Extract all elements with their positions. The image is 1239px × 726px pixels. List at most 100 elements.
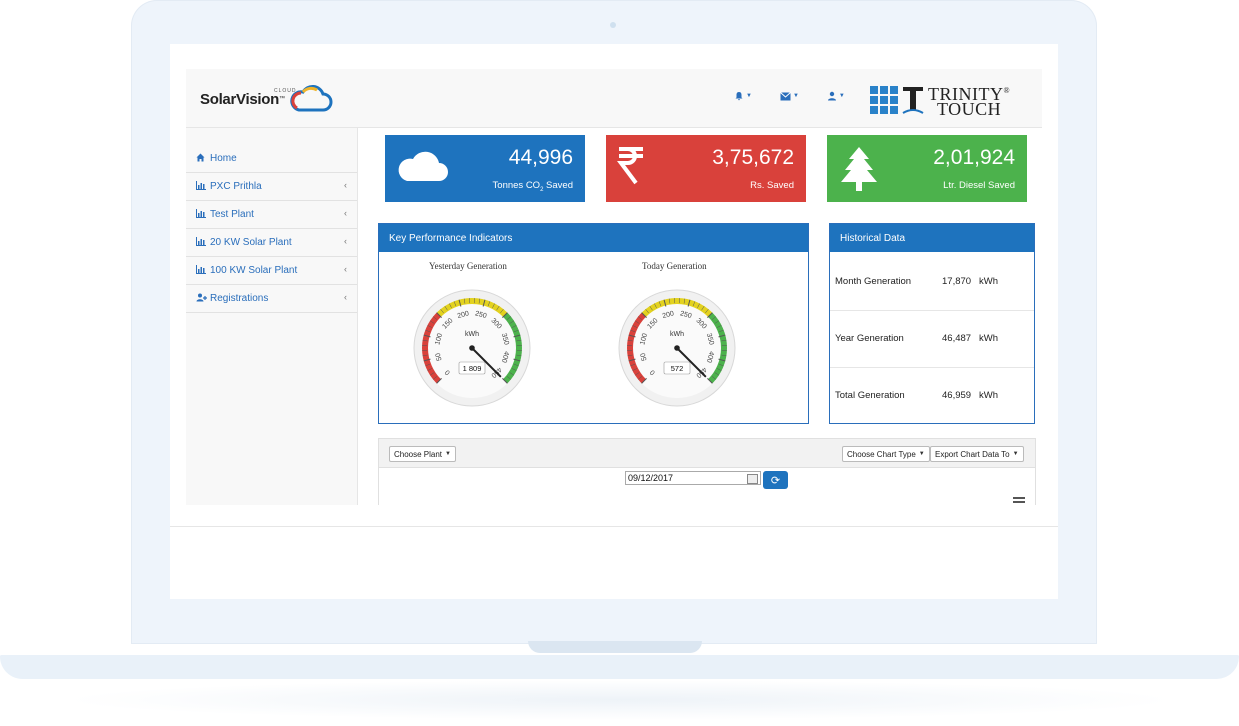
history-unit: kWh <box>979 333 998 344</box>
history-unit: kWh <box>979 276 998 287</box>
logo-text: SolarVision <box>200 90 279 108</box>
gauge-pivot <box>469 345 475 351</box>
brand-text: TRINITY® TOUCH <box>928 83 1011 119</box>
chart-menu-icon[interactable] <box>1013 497 1025 503</box>
chart-toolbar: Choose Plant ▼ Choose Chart Type ▼ Expor… <box>379 439 1035 468</box>
brand-registered: ® <box>1003 86 1011 95</box>
historical-panel: Historical Data Month Generation 17,870 … <box>829 223 1035 424</box>
solarvision-logo[interactable]: SolarVision ™ <box>200 85 333 112</box>
sidebar: Home PXC Prithla ‹ Test Plant ‹ 20 KW So… <box>186 128 358 505</box>
choose-chart-type-button[interactable]: Choose Chart Type ▼ <box>842 446 930 462</box>
stat-caption: Tonnes CO2 Saved <box>492 180 573 193</box>
rupee-icon <box>617 147 643 185</box>
history-row-total: Total Generation 46,959 kWh <box>830 367 1034 424</box>
gauge-unit: kWh <box>465 331 479 338</box>
bell-icon <box>735 92 743 101</box>
dashboard-app: SolarVision ™ CLOUD ▼ ▼ ▼ TRINITY® TOUCH… <box>186 69 1042 505</box>
stat-card-co2: 44,996 Tonnes CO2 Saved <box>385 135 585 202</box>
stat-value: 2,01,924 <box>933 146 1015 169</box>
chevron-left-icon: ‹ <box>344 264 347 274</box>
logo-subtitle: CLOUD <box>274 88 297 94</box>
laptop-camera <box>610 22 616 28</box>
user-plus-icon <box>196 293 208 304</box>
sidebar-item-100kw-solar-plant[interactable]: 100 KW Solar Plant ‹ <box>186 256 357 285</box>
sidebar-item-label: Test Plant <box>210 208 254 220</box>
sidebar-item-label: Home <box>210 152 237 164</box>
sidebar-item-test-plant[interactable]: Test Plant ‹ <box>186 200 357 229</box>
gauge-value: 1 809 <box>463 364 482 373</box>
stat-caption: Rs. Saved <box>750 180 794 191</box>
gauge-today-generation: 050100150200250300350400450kWh572 <box>618 289 736 407</box>
bar-chart-icon <box>196 180 208 192</box>
history-label: Total Generation <box>835 390 905 401</box>
sidebar-item-home[interactable]: Home <box>186 144 357 173</box>
gauge-unit: kWh <box>670 331 684 338</box>
user-icon <box>827 91 836 101</box>
sidebar-item-label: PXC Prithla <box>210 180 262 192</box>
sidebar-item-label: 100 KW Solar Plant <box>210 264 298 276</box>
caret-down-icon: ▼ <box>838 93 845 99</box>
sidebar-item-label: 20 KW Solar Plant <box>210 236 292 248</box>
gauge-pivot <box>674 345 680 351</box>
envelope-icon <box>780 91 791 100</box>
bar-chart-icon <box>196 208 208 220</box>
cloud-icon <box>398 151 448 181</box>
caret-down-icon: ▼ <box>792 93 799 99</box>
trinity-touch-logo: TRINITY® TOUCH <box>870 83 1011 119</box>
brand-grid-icon <box>870 86 898 114</box>
gauge-value: 572 <box>671 364 684 373</box>
chevron-left-icon: ‹ <box>344 236 347 246</box>
sidebar-item-registrations[interactable]: Registrations ‹ <box>186 284 357 313</box>
sidebar-item-label: Registrations <box>210 292 269 304</box>
export-chart-data-button[interactable]: Export Chart Data To ▼ <box>930 446 1024 462</box>
sidebar-item-20kw-solar-plant[interactable]: 20 KW Solar Plant ‹ <box>186 228 357 257</box>
messages-dropdown[interactable]: ▼ <box>780 91 799 101</box>
caret-down-icon: ▼ <box>746 93 752 99</box>
history-label: Month Generation <box>835 276 912 287</box>
sidebar-item-pxc-prithla[interactable]: PXC Prithla ‹ <box>186 172 357 201</box>
stat-caption: Ltr. Diesel Saved <box>943 180 1015 191</box>
bar-chart-icon <box>196 264 208 276</box>
date-value: 09/12/2017 <box>628 473 674 483</box>
history-row-month: Month Generation 17,870 kWh <box>830 253 1034 311</box>
calendar-icon[interactable] <box>747 474 758 484</box>
user-dropdown[interactable]: ▼ <box>827 91 845 101</box>
gauge-title-today: Today Generation <box>642 261 707 271</box>
historical-panel-title: Historical Data <box>830 224 1034 252</box>
refresh-icon: ⟳ <box>770 474 781 487</box>
caret-down-icon: ▼ <box>445 451 451 457</box>
brand-t-icon <box>902 87 924 114</box>
choose-plant-button[interactable]: Choose Plant ▼ <box>389 446 456 462</box>
chart-controls-panel: Choose Plant ▼ Choose Chart Type ▼ Expor… <box>378 438 1036 505</box>
history-value: 17,870 <box>942 276 972 287</box>
stat-card-rupees: 3,75,672 Rs. Saved <box>606 135 806 202</box>
chevron-left-icon: ‹ <box>344 180 347 190</box>
brand-line2: TOUCH <box>936 99 1002 119</box>
gauge-title-yesterday: Yesterday Generation <box>429 261 507 271</box>
chevron-left-icon: ‹ <box>344 292 347 302</box>
date-input[interactable]: 09/12/2017 <box>625 471 761 485</box>
stat-value: 44,996 <box>508 146 573 169</box>
screen-divider <box>170 526 1058 527</box>
top-navbar: SolarVision ™ CLOUD ▼ ▼ ▼ TRINITY® TOUCH <box>186 69 1042 128</box>
caret-down-icon: ▼ <box>1012 451 1019 457</box>
bar-chart-icon <box>196 236 208 248</box>
stat-card-diesel: 2,01,924 Ltr. Diesel Saved <box>827 135 1027 202</box>
history-unit: kWh <box>979 390 998 401</box>
history-value: 46,959 <box>942 390 972 401</box>
caret-down-icon: ▼ <box>918 451 925 457</box>
laptop-hinge <box>528 641 702 653</box>
gauge-yesterday-generation: 050100150200250300350400450kWh1 809 <box>413 289 531 407</box>
history-label: Year Generation <box>835 333 904 344</box>
nav-icons: ▼ ▼ ▼ <box>734 91 845 101</box>
logo-trademark: ™ <box>278 96 285 102</box>
history-row-year: Year Generation 46,487 kWh <box>830 310 1034 368</box>
history-value: 46,487 <box>942 333 972 344</box>
choose-chart-type-label: Choose Chart Type <box>847 449 916 459</box>
stat-value: 3,75,672 <box>712 146 794 169</box>
refresh-button[interactable]: ⟳ <box>763 471 788 489</box>
tree-icon <box>841 147 877 191</box>
kpi-panel-title: Key Performance Indicators <box>379 224 808 252</box>
notifications-dropdown[interactable]: ▼ <box>734 91 752 101</box>
export-chart-data-label: Export Chart Data To <box>935 449 1010 459</box>
